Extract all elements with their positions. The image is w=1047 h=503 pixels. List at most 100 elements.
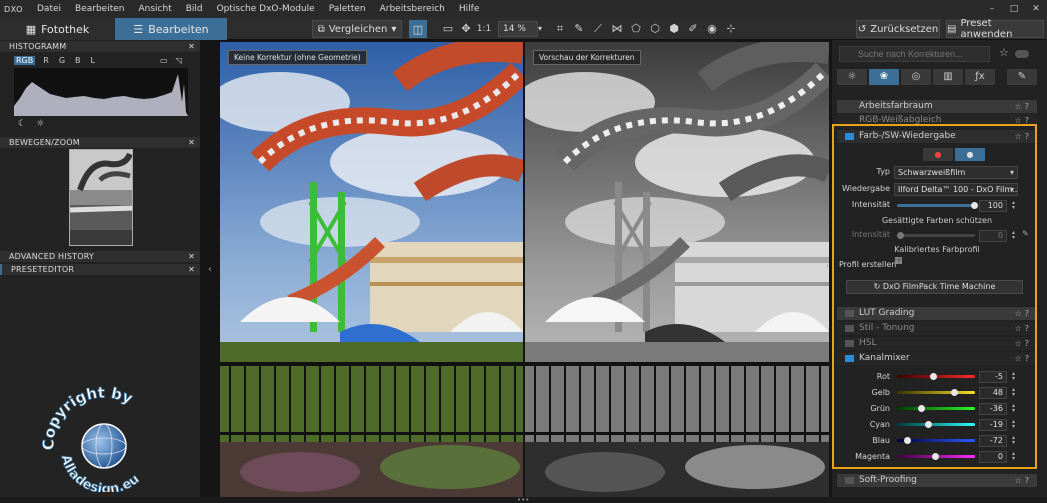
stepper-icon[interactable]: ▴ ▾ — [1012, 371, 1015, 382]
local-adjust-palette-tab[interactable]: ✎ — [1007, 69, 1037, 85]
favorites-toggle[interactable] — [1015, 50, 1029, 58]
advanced-history-header[interactable]: ADVANCED HISTORY ✕ — [0, 251, 200, 262]
enable-toggle[interactable] — [845, 310, 854, 317]
mixer-knob-red[interactable] — [930, 373, 938, 380]
enable-toggle[interactable] — [845, 355, 854, 362]
enable-toggle[interactable] — [845, 133, 854, 140]
menu-optische-module[interactable]: Optische DxO-Module — [210, 0, 322, 18]
protect-intensity-slider[interactable] — [897, 232, 975, 239]
close-icon[interactable]: ✕ — [188, 264, 195, 275]
intensity-slider[interactable] — [897, 202, 978, 209]
monitor-icon[interactable]: ▭ — [160, 56, 168, 65]
local-adjust-icon[interactable]: ⬢ — [666, 21, 682, 37]
mixer-slider-red[interactable] — [897, 373, 975, 380]
minimize-button[interactable]: – — [981, 0, 1003, 18]
palette-workspace-colorspace[interactable]: Arbeitsfarbraum ☆? — [837, 100, 1037, 113]
mixer-knob-green[interactable] — [917, 405, 925, 412]
histogram-header[interactable]: HISTOGRAMM ✕ — [0, 41, 200, 52]
effects-palette-tab[interactable]: ƒx — [965, 69, 995, 85]
stepper-icon[interactable]: ▴ ▾ — [1012, 230, 1015, 241]
mixer-slider-blue[interactable] — [897, 437, 975, 444]
menu-hilfe[interactable]: Hilfe — [452, 0, 486, 18]
close-icon[interactable]: ✕ — [188, 137, 195, 148]
close-icon[interactable]: ✕ — [188, 251, 195, 262]
collapse-right-panel-icon[interactable]: ‹ — [826, 262, 829, 270]
original-image[interactable]: Keine Korrektur (ohne Geometrie) — [220, 42, 523, 498]
enable-toggle[interactable] — [845, 325, 854, 332]
palette-actions[interactable]: ☆? — [1015, 114, 1032, 127]
sun-icon[interactable]: ☼ — [36, 119, 44, 129]
detail-palette-tab[interactable]: ◎ — [901, 69, 931, 85]
apply-preset-button[interactable]: ▤ Preset anwenden — [946, 18, 1044, 40]
mixer-value-cyan[interactable]: -19 — [979, 419, 1007, 431]
palette-rgb-white-balance[interactable]: RGB-Weißabgleich ☆? — [837, 114, 1037, 127]
palette-hsl[interactable]: HSL ☆? — [837, 337, 1037, 350]
mixer-knob-blue[interactable] — [903, 437, 911, 444]
soft-proof-icon[interactable]: ◹ — [176, 56, 182, 65]
stepper-icon[interactable]: ▴ ▾ — [1012, 435, 1015, 446]
mixer-slider-magenta[interactable] — [897, 453, 975, 460]
menu-arbeitsbereich[interactable]: Arbeitsbereich — [373, 0, 452, 18]
type-select[interactable]: Schwarzweißfilm — [894, 166, 1018, 179]
mixer-value-yellow[interactable]: 48 — [979, 387, 1007, 399]
protect-intensity-value[interactable]: 0 — [979, 230, 1007, 242]
navigator-thumbnail[interactable] — [69, 149, 133, 246]
channel-rgb[interactable]: RGB — [14, 56, 36, 65]
mixer-knob-yellow[interactable] — [950, 389, 958, 396]
menu-datei[interactable]: Datei — [30, 0, 68, 18]
tab-edit[interactable]: ☰ Bearbeiten — [115, 18, 227, 40]
fit-screen-icon[interactable]: ▭ — [440, 21, 456, 37]
color-palette-tab[interactable]: ❀ — [869, 69, 899, 85]
menu-paletten[interactable]: Paletten — [322, 0, 373, 18]
menu-bearbeiten[interactable]: Bearbeiten — [68, 0, 131, 18]
mixer-slider-yellow[interactable] — [897, 389, 975, 396]
palette-actions[interactable]: ☆? — [1015, 307, 1032, 320]
close-window-button[interactable]: ✕ — [1025, 0, 1047, 18]
collapse-left-panel-icon[interactable]: ‹ — [208, 264, 212, 275]
eye-icon[interactable]: ◉ — [704, 21, 720, 37]
palette-actions[interactable]: ☆? — [1015, 474, 1032, 487]
watermark-icon[interactable]: ⊹ — [723, 21, 739, 37]
intensity-slider-knob[interactable] — [971, 202, 978, 209]
light-palette-tab[interactable]: ☼ — [837, 69, 867, 85]
palette-color-bw[interactable]: Farb-/SW-Wiedergabe ☆? — [837, 130, 1037, 143]
corrected-image[interactable]: Vorschau der Korrekturen — [525, 42, 829, 498]
mixer-knob-magenta[interactable] — [932, 453, 939, 460]
mixer-value-blue[interactable]: -72 — [979, 435, 1007, 447]
horizon-icon[interactable]: ⟋ — [590, 21, 606, 37]
channel-g[interactable]: G — [57, 56, 67, 65]
eyedropper-icon[interactable]: ✎ — [571, 21, 587, 37]
intensity-value[interactable]: 100 — [979, 200, 1007, 212]
color-mode-button[interactable]: ● — [923, 148, 953, 161]
palette-channel-mixer[interactable]: Kanalmixer ☆? — [837, 352, 1037, 365]
move-zoom-header[interactable]: BEWEGEN/ZOOM ✕ — [0, 137, 200, 148]
enable-toggle[interactable] — [845, 340, 854, 347]
palette-actions[interactable]: ☆? — [1015, 100, 1032, 113]
menu-bild[interactable]: Bild — [179, 0, 210, 18]
stepper-icon[interactable]: ▴ ▾ — [1012, 387, 1015, 398]
stepper-icon[interactable]: ▴ ▾ — [1012, 200, 1015, 211]
split-view-button[interactable]: ◫ — [409, 20, 427, 38]
image-viewer[interactable]: ‹ Keine Korrektur (ohne Geometrie) Vorsc… — [200, 40, 832, 500]
chevron-down-icon[interactable]: ▾ — [532, 21, 548, 37]
stepper-icon[interactable]: ▴ ▾ — [1012, 419, 1015, 430]
color-checker-icon[interactable]: ▦ — [894, 257, 903, 266]
channel-r[interactable]: R — [41, 56, 51, 65]
search-corrections-input[interactable] — [839, 46, 990, 62]
mixer-value-red[interactable]: -5 — [979, 371, 1007, 383]
mixer-slider-cyan[interactable] — [897, 421, 975, 428]
mixer-slider-green[interactable] — [897, 405, 975, 412]
preset-editor-header[interactable]: PRESETEDITOR ✕ — [0, 264, 200, 275]
polygon-icon[interactable]: ⬡ — [647, 21, 663, 37]
close-icon[interactable]: ✕ — [188, 41, 195, 52]
menu-ansicht[interactable]: Ansicht — [131, 0, 178, 18]
perspective-icon[interactable]: ⋈ — [609, 21, 625, 37]
palette-actions[interactable]: ☆? — [1015, 337, 1032, 350]
moon-icon[interactable]: ☾ — [18, 119, 26, 129]
rendering-select[interactable]: Ilford Delta™ 100 - DxO Film... — [894, 183, 1018, 196]
palette-actions[interactable]: ☆? — [1015, 130, 1032, 143]
maximize-button[interactable]: □ — [1003, 0, 1025, 18]
repair-brush-icon[interactable]: ✐ — [685, 21, 701, 37]
channel-b[interactable]: B — [73, 56, 83, 65]
protect-intensity-knob[interactable] — [897, 232, 904, 239]
